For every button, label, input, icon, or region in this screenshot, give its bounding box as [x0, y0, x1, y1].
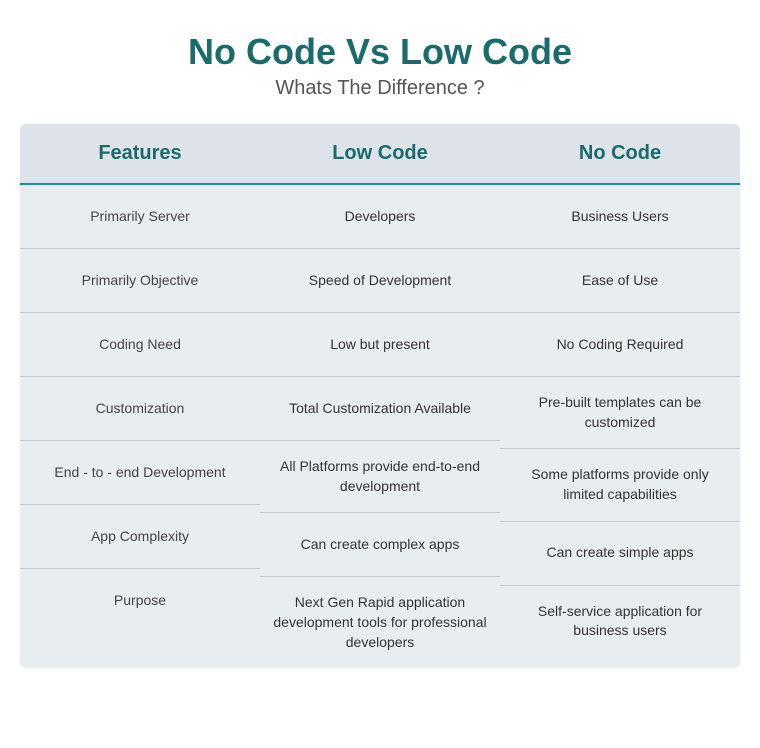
- list-item: Total Customization Available: [260, 377, 500, 441]
- low-code-column: Low Code Developers Speed of Development…: [260, 124, 500, 668]
- low-code-header: Low Code: [260, 124, 500, 185]
- list-item: Developers: [260, 185, 500, 249]
- list-item: Pre-built templates can be customized: [500, 377, 740, 449]
- list-item: No Coding Required: [500, 313, 740, 377]
- list-item: Self-service application for business us…: [500, 586, 740, 657]
- list-item: Low but present: [260, 313, 500, 377]
- features-header: Features: [20, 124, 260, 185]
- page-title: No Code Vs Low Code: [188, 30, 572, 73]
- list-item: App Complexity: [20, 505, 260, 569]
- features-column: Features Primarily Server Primarily Obje…: [20, 124, 260, 668]
- list-item: All Platforms provide end-to-end develop…: [260, 441, 500, 513]
- list-item: Next Gen Rapid application development t…: [260, 577, 500, 668]
- list-item: Business Users: [500, 185, 740, 249]
- list-item: Primarily Objective: [20, 249, 260, 313]
- comparison-table: Features Primarily Server Primarily Obje…: [20, 124, 740, 668]
- page-subtitle: Whats The Difference ?: [275, 77, 484, 100]
- list-item: Speed of Development: [260, 249, 500, 313]
- list-item: Primarily Server: [20, 185, 260, 249]
- list-item: Coding Need: [20, 313, 260, 377]
- no-code-header: No Code: [500, 124, 740, 185]
- no-code-column: No Code Business Users Ease of Use No Co…: [500, 124, 740, 668]
- list-item: Can create complex apps: [260, 513, 500, 577]
- list-item: Purpose: [20, 569, 260, 633]
- list-item: Ease of Use: [500, 249, 740, 313]
- list-item: End - to - end Development: [20, 441, 260, 505]
- list-item: Can create simple apps: [500, 522, 740, 586]
- list-item: Customization: [20, 377, 260, 441]
- list-item: Some platforms provide only limited capa…: [500, 449, 740, 521]
